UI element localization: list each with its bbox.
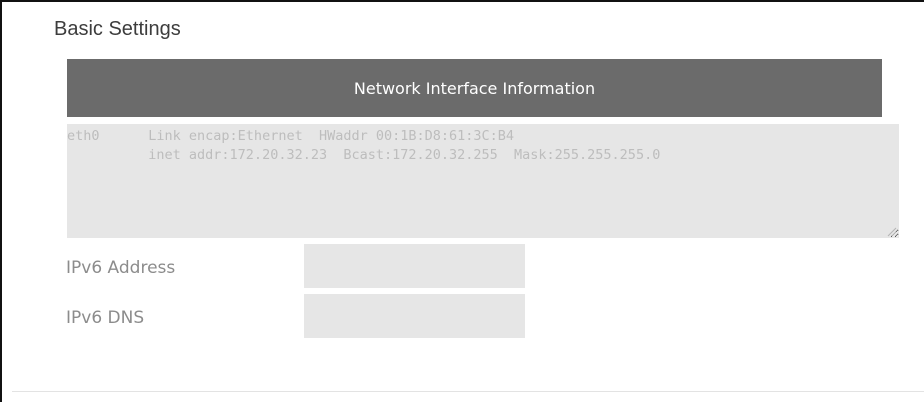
- section-title: Basic Settings: [54, 18, 181, 40]
- ipv6-address-input[interactable]: [304, 244, 525, 288]
- ipv6-dns-input[interactable]: [304, 294, 525, 338]
- ipv6-address-label: IPv6 Address: [66, 258, 176, 278]
- settings-panel: Basic Settings Network Interface Informa…: [0, 0, 924, 402]
- section-divider: [12, 391, 924, 392]
- network-interface-header: Network Interface Information: [67, 59, 882, 117]
- network-interface-info[interactable]: eth0 Link encap:Ethernet HWaddr 00:1B:D8…: [67, 124, 899, 238]
- resize-grip-icon[interactable]: [886, 226, 897, 237]
- ipv6-dns-label: IPv6 DNS: [66, 308, 145, 328]
